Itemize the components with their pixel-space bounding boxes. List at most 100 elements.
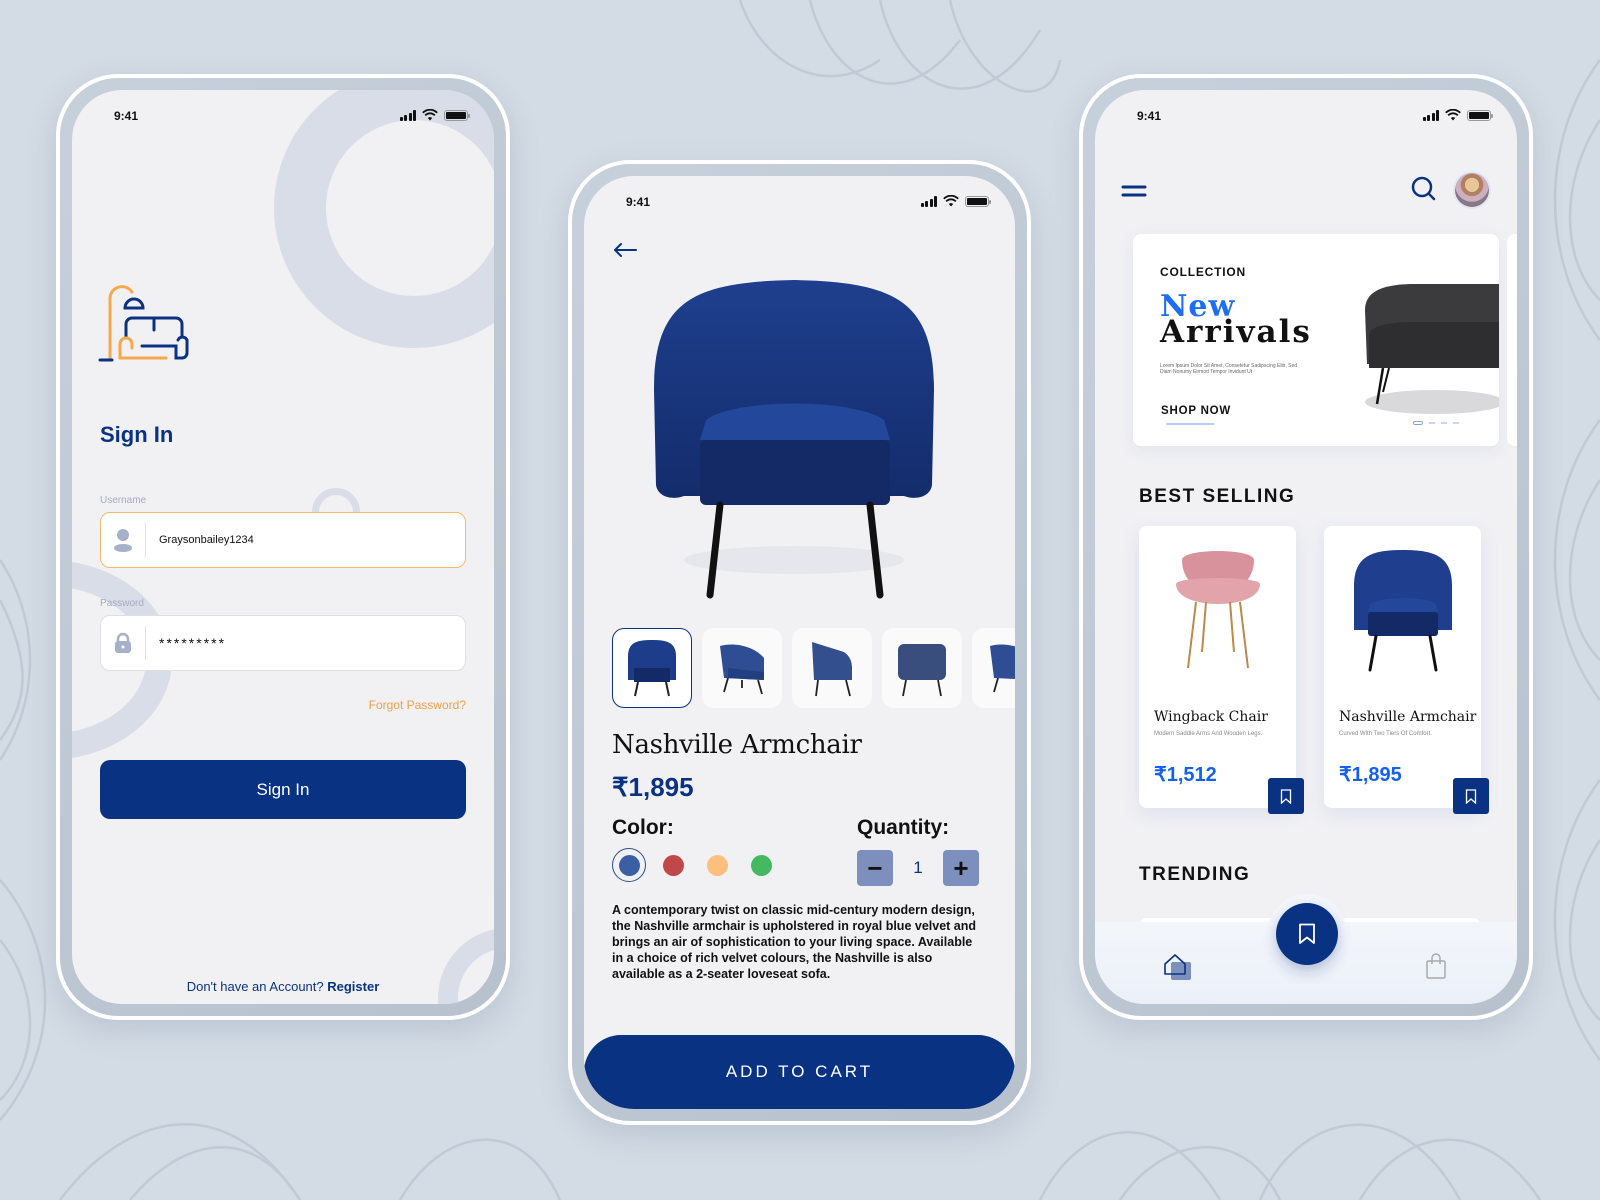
search-icon[interactable] bbox=[1411, 176, 1437, 202]
wifi-icon bbox=[943, 195, 959, 207]
banner-title: Arrivals bbox=[1160, 314, 1312, 350]
avatar[interactable] bbox=[1453, 171, 1491, 209]
phone-product: 9:41 Nashville Armchair ₹1,895 Color: Qu… bbox=[568, 160, 1031, 1125]
chair-thumb-icon bbox=[898, 644, 946, 697]
signin-button[interactable]: Sign In bbox=[100, 760, 466, 819]
color-swatch-blue[interactable] bbox=[612, 848, 646, 882]
thumbnail-front[interactable] bbox=[612, 628, 692, 708]
signin-screen: 9:41 Sign In Username Graysonbailey1234 … bbox=[72, 90, 494, 1004]
increment-button[interactable]: + bbox=[943, 850, 979, 886]
product-card-name: Nashville Armchair bbox=[1339, 709, 1477, 725]
wifi-icon bbox=[422, 109, 438, 121]
status-time: 9:41 bbox=[626, 195, 651, 209]
phone-signin: 9:41 Sign In Username Graysonbailey1234 … bbox=[56, 74, 510, 1020]
chair-thumb-icon bbox=[990, 644, 1015, 693]
signal-icon bbox=[1422, 109, 1439, 121]
status-bar: 9:41 bbox=[584, 176, 1015, 226]
product-card-desc: Curved With Two Tiers Of Comfort. bbox=[1339, 731, 1432, 737]
home-screen: 9:41 COLLECTION New Arrivals Lorem Ipsum… bbox=[1095, 90, 1517, 1004]
bookmark-icon bbox=[1465, 788, 1477, 804]
carousel-dot[interactable] bbox=[1441, 422, 1447, 424]
phone-home: 9:41 COLLECTION New Arrivals Lorem Ipsum… bbox=[1079, 74, 1533, 1020]
username-label: Username bbox=[100, 495, 147, 506]
wifi-icon bbox=[1445, 109, 1461, 121]
best-selling-title: BEST SELLING bbox=[1139, 486, 1296, 507]
color-label: Color: bbox=[612, 816, 674, 839]
carousel-dot[interactable] bbox=[1453, 422, 1459, 424]
new-arrivals-banner[interactable]: COLLECTION New Arrivals Lorem Ipsum Dolo… bbox=[1133, 234, 1499, 446]
username-field[interactable]: Graysonbailey1234 bbox=[100, 512, 466, 568]
thumbnail-angle[interactable] bbox=[702, 628, 782, 708]
battery-icon bbox=[1467, 109, 1493, 121]
forgot-password-link[interactable]: Forgot Password? bbox=[369, 698, 466, 712]
arrow-left-icon[interactable] bbox=[612, 242, 638, 258]
color-swatch-green[interactable] bbox=[744, 848, 778, 882]
saved-tab-button[interactable] bbox=[1276, 903, 1338, 965]
product-card-name: Wingback Chair bbox=[1154, 709, 1268, 725]
thumbnail-strip bbox=[612, 628, 1015, 708]
user-icon bbox=[114, 529, 132, 552]
color-swatches bbox=[612, 848, 778, 882]
signin-title: Sign In bbox=[100, 422, 174, 447]
password-field[interactable]: ********* bbox=[100, 615, 466, 671]
furniture-logo-icon bbox=[98, 285, 189, 362]
product-card-desc: Modern Saddle Arms And Wooden Legs. bbox=[1154, 731, 1263, 737]
shop-now-link[interactable]: SHOP NOW bbox=[1161, 405, 1231, 417]
decrement-button[interactable]: − bbox=[857, 850, 893, 886]
product-image-armchair bbox=[654, 280, 934, 599]
blue-armchair-image bbox=[1353, 550, 1452, 672]
quantity-value: 1 bbox=[913, 858, 923, 877]
pink-chair-image bbox=[1175, 551, 1260, 669]
password-value: ********* bbox=[159, 635, 227, 651]
product-price: ₹1,895 bbox=[612, 772, 694, 802]
color-dot bbox=[618, 854, 640, 876]
product-screen: 9:41 Nashville Armchair ₹1,895 Color: Qu… bbox=[584, 176, 1015, 1109]
trending-title: TRENDING bbox=[1139, 864, 1251, 885]
register-link[interactable]: Register bbox=[327, 979, 379, 994]
color-dot bbox=[706, 854, 728, 876]
username-value: Graysonbailey1234 bbox=[159, 534, 254, 546]
thumbnail-side[interactable] bbox=[792, 628, 872, 708]
thumbnail-back[interactable] bbox=[882, 628, 962, 708]
color-dot bbox=[750, 854, 772, 876]
product-card-price: ₹1,512 bbox=[1154, 764, 1217, 786]
quantity-stepper: − 1 + bbox=[857, 850, 979, 886]
add-to-cart-button[interactable]: ADD TO CART bbox=[584, 1035, 1015, 1109]
bookmark-icon bbox=[1280, 788, 1292, 804]
banner-body: Lorem Ipsum Dolor Sit Amet, Consetetur S… bbox=[1160, 363, 1298, 375]
register-prompt: Don't have an Account? Register bbox=[72, 979, 494, 994]
next-banner-peek bbox=[1507, 234, 1517, 446]
chair-thumb-icon bbox=[812, 642, 852, 697]
status-time: 9:41 bbox=[1137, 109, 1162, 123]
carousel-dot[interactable] bbox=[1429, 422, 1435, 424]
product-card[interactable]: Wingback Chair Modern Saddle Arms And Wo… bbox=[1139, 526, 1304, 814]
color-swatch-red[interactable] bbox=[656, 848, 690, 882]
product-card[interactable]: Nashville Armchair Curved With Two Tiers… bbox=[1324, 526, 1489, 814]
password-label: Password bbox=[100, 598, 144, 609]
carousel-dots bbox=[1413, 421, 1459, 425]
signal-icon bbox=[920, 195, 937, 207]
color-swatch-peach[interactable] bbox=[700, 848, 734, 882]
status-time: 9:41 bbox=[114, 109, 139, 123]
battery-icon bbox=[965, 195, 991, 207]
carousel-dot[interactable] bbox=[1413, 421, 1423, 425]
shopping-bag-icon[interactable] bbox=[1425, 952, 1447, 980]
quantity-label: Quantity: bbox=[857, 816, 950, 839]
signal-icon bbox=[399, 109, 416, 121]
product-name: Nashville Armchair bbox=[612, 730, 862, 760]
bookmark-button[interactable] bbox=[1453, 778, 1489, 814]
banner-eyebrow: COLLECTION bbox=[1160, 265, 1246, 279]
color-dot bbox=[662, 854, 684, 876]
thumbnail-more[interactable] bbox=[972, 628, 1015, 708]
register-prompt-text: Don't have an Account? bbox=[186, 979, 324, 994]
status-bar: 9:41 bbox=[72, 90, 494, 140]
shop-now-underline bbox=[1166, 423, 1214, 425]
home-icon[interactable] bbox=[1163, 952, 1193, 982]
bookmark-button[interactable] bbox=[1268, 778, 1304, 814]
chair-thumb-icon bbox=[720, 644, 764, 695]
product-card-price: ₹1,895 bbox=[1339, 764, 1402, 786]
status-bar: 9:41 bbox=[1095, 90, 1517, 140]
chair-thumb-icon bbox=[628, 640, 676, 697]
menu-icon[interactable] bbox=[1121, 184, 1147, 198]
lock-icon bbox=[115, 632, 131, 653]
